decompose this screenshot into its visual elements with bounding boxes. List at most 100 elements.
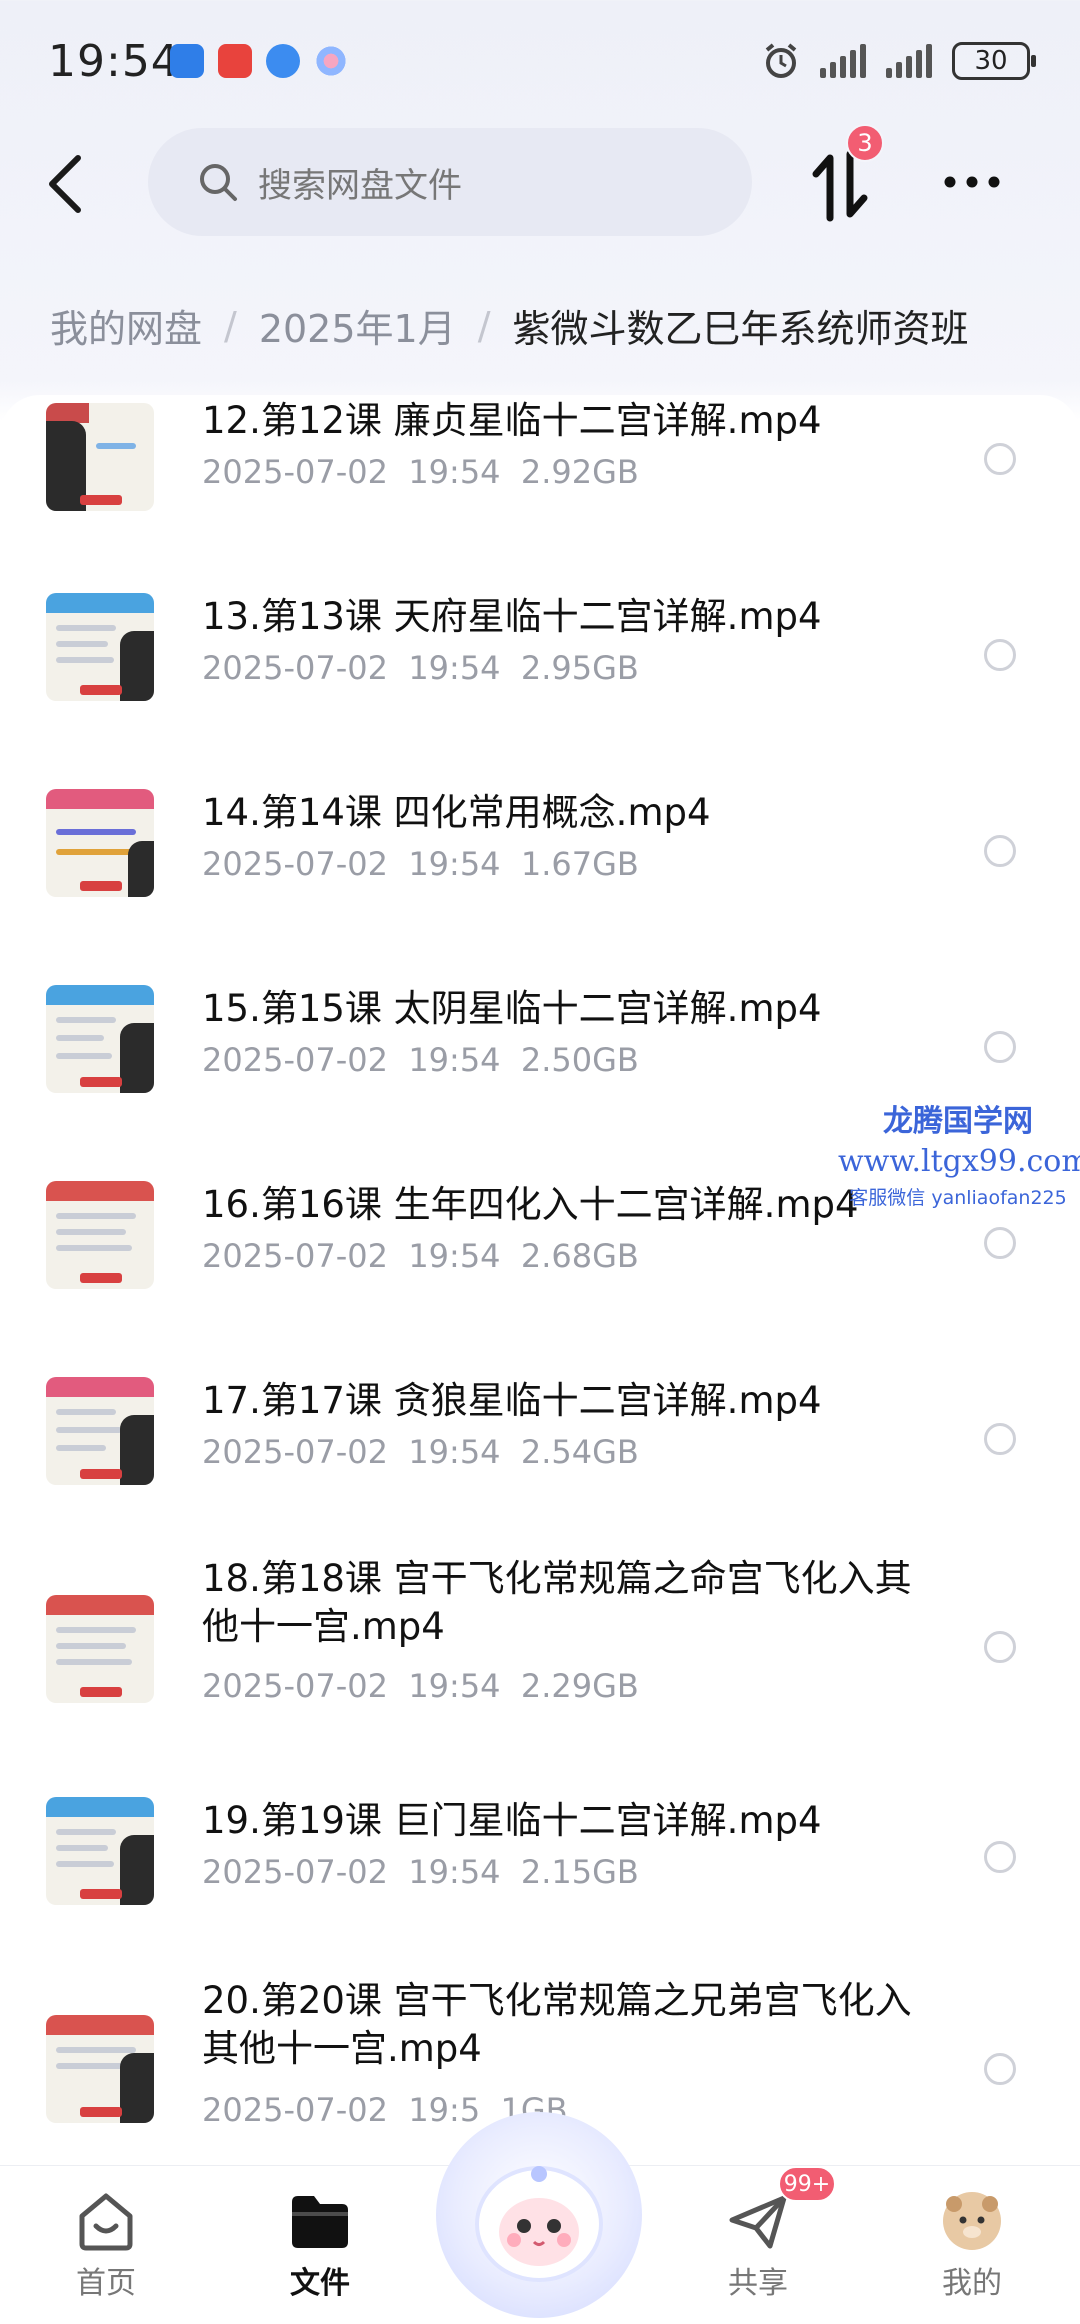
share-badge: 99+ — [778, 2166, 836, 2202]
file-date: 2025-07-02 — [202, 845, 388, 883]
file-size: 2.54GB — [520, 1433, 639, 1471]
file-row[interactable]: 19.第19课 巨门星临十二宫详解.mp4 2025-07-02 19:54 2… — [0, 1797, 1080, 1967]
folder-icon — [292, 2196, 348, 2248]
nav-label-share: 共享 — [728, 2266, 788, 2301]
file-name: 17.第17课 贪狼星临十二宫详解.mp4 — [202, 1379, 822, 1422]
file-name: 20.第20课 宫干飞化常规篇之兄弟宫飞化入其他十一宫.mp4 — [202, 1979, 912, 2070]
file-name: 15.第15课 太阴星临十二宫详解.mp4 — [202, 987, 822, 1030]
video-thumbnail — [46, 593, 154, 701]
file-date: 2025-07-02 — [202, 1667, 388, 1705]
file-date: 2025-07-02 — [202, 1853, 388, 1891]
video-thumbnail — [46, 1377, 154, 1485]
select-radio[interactable] — [984, 443, 1016, 475]
select-radio[interactable] — [984, 1227, 1016, 1259]
file-date: 2025-07-02 — [202, 453, 388, 491]
home-icon — [79, 2193, 133, 2251]
file-name: 13.第13课 天府星临十二宫详解.mp4 — [202, 595, 822, 638]
nav-label-home: 首页 — [76, 2266, 136, 2301]
file-time: 19:54 — [408, 1433, 501, 1471]
battery-icon: 30 — [952, 42, 1036, 80]
status-bar: 19:54 30 — [0, 0, 1080, 120]
nav-item-home[interactable]: 首页 — [36, 2190, 176, 2302]
file-date: 2025-07-02 — [202, 1237, 388, 1275]
notification-app-icon — [170, 44, 204, 78]
cloud-app-icon — [314, 44, 348, 78]
file-meta: 2025-07-02 19:54 2.54GB — [202, 1433, 639, 1471]
transfer-badge: 3 — [846, 124, 884, 162]
file-row[interactable]: 17.第17课 贪狼星临十二宫详解.mp4 2025-07-02 19:54 2… — [0, 1359, 1080, 1555]
avatar-icon — [943, 2192, 1001, 2250]
breadcrumb-separator: / — [477, 303, 491, 348]
file-size: 2.29GB — [520, 1667, 639, 1705]
nav-label-files: 文件 — [290, 2266, 350, 2301]
file-size: 1.67GB — [520, 845, 639, 883]
back-icon[interactable] — [40, 152, 96, 216]
file-name: 12.第12课 廉贞星临十二宫详解.mp4 — [202, 399, 822, 442]
search-icon — [200, 164, 237, 201]
signal-icon-2 — [886, 44, 932, 78]
video-thumbnail — [46, 985, 154, 1093]
nav-label-me: 我的 — [942, 2266, 1002, 2301]
file-size: 2.15GB — [520, 1853, 639, 1891]
more-options-icon[interactable] — [940, 162, 1004, 202]
file-size: 2.50GB — [520, 1041, 639, 1079]
select-radio[interactable] — [984, 2053, 1016, 2085]
search-input[interactable]: 搜索网盘文件 — [148, 128, 752, 236]
select-radio[interactable] — [984, 835, 1016, 867]
file-meta: 2025-07-02 19:54 2.95GB — [202, 649, 639, 687]
nav-item-me[interactable]: 我的 — [902, 2190, 1042, 2302]
select-radio[interactable] — [984, 639, 1016, 671]
file-meta: 2025-07-02 19:54 1.67GB — [202, 845, 639, 883]
alarm-icon — [765, 43, 797, 78]
file-size: 2.68GB — [520, 1237, 639, 1275]
file-date: 2025-07-02 — [202, 2091, 388, 2129]
file-name: 18.第18课 宫干飞化常规篇之命宫飞化入其他十一宫.mp4 — [202, 1557, 912, 1648]
select-radio[interactable] — [984, 1841, 1016, 1873]
signal-icon-1 — [820, 44, 866, 78]
watermark-url: www.ltgx99.com — [838, 1144, 1080, 1179]
file-row[interactable]: 14.第14课 四化常用概念.mp4 2025-07-02 19:54 1.67… — [0, 771, 1080, 967]
video-thumbnail — [46, 789, 154, 897]
file-date: 2025-07-02 — [202, 649, 388, 687]
status-app-icons — [170, 44, 348, 78]
file-time: 19:54 — [408, 649, 501, 687]
video-thumbnail — [46, 1181, 154, 1289]
file-time: 19:54 — [408, 1041, 501, 1079]
file-time: 19:54 — [408, 1237, 501, 1275]
file-row[interactable]: 18.第18课 宫干飞化常规篇之命宫飞化入其他十一宫.mp4 2025-07-0… — [0, 1555, 1080, 1797]
file-meta: 2025-07-02 19:54 2.29GB — [202, 1667, 639, 1705]
video-thumbnail — [46, 1595, 154, 1703]
select-radio[interactable] — [984, 1631, 1016, 1663]
nav-item-share[interactable]: 共享 — [688, 2190, 828, 2302]
file-date: 2025-07-02 — [202, 1041, 388, 1079]
browser-app-icon — [266, 44, 300, 78]
file-date: 2025-07-02 — [202, 1433, 388, 1471]
nav-item-files[interactable]: 文件 — [250, 2190, 390, 2302]
file-time: 19:54 — [408, 845, 501, 883]
video-thumbnail — [46, 1797, 154, 1905]
file-size: 2.95GB — [520, 649, 639, 687]
watermark-contact: 客服微信 yanliaofan225 — [849, 1187, 1067, 1209]
file-name: 16.第16课 生年四化入十二宫详解.mp4 — [202, 1183, 859, 1226]
share-icon — [729, 2195, 787, 2249]
breadcrumb: 我的网盘 / 2025年1月 / 紫微斗数乙巳年系统师资班 — [50, 298, 969, 353]
file-list[interactable]: 12.第12课 廉贞星临十二宫详解.mp4 2025-07-02 19:54 2… — [0, 395, 1080, 2165]
assistant-mascot-button[interactable] — [436, 2112, 642, 2318]
file-name: 19.第19课 巨门星临十二宫详解.mp4 — [202, 1799, 822, 1842]
video-thumbnail — [46, 403, 154, 511]
watermark: 龙腾国学网 www.ltgx99.com 客服微信 yanliaofan225 — [838, 1096, 1080, 1210]
breadcrumb-item-current: 紫微斗数乙巳年系统师资班 — [512, 307, 969, 351]
status-time: 19:54 — [48, 36, 180, 87]
select-radio[interactable] — [984, 1423, 1016, 1455]
select-radio[interactable] — [984, 1031, 1016, 1063]
file-meta: 2025-07-02 19:54 2.15GB — [202, 1853, 639, 1891]
file-meta: 2025-07-02 19:54 2.92GB — [202, 453, 639, 491]
header: 搜索网盘文件 3 — [0, 120, 1080, 250]
file-size: 2.92GB — [520, 453, 639, 491]
breadcrumb-item-root[interactable]: 我的网盘 — [50, 298, 202, 353]
file-time: 19:54 — [408, 453, 501, 491]
breadcrumb-item-month[interactable]: 2025年1月 — [259, 298, 456, 353]
file-row[interactable]: 12.第12课 廉贞星临十二宫详解.mp4 2025-07-02 19:54 2… — [0, 395, 1080, 575]
file-row[interactable]: 13.第13课 天府星临十二宫详解.mp4 2025-07-02 19:54 2… — [0, 575, 1080, 771]
mascot-icon — [475, 2166, 603, 2282]
